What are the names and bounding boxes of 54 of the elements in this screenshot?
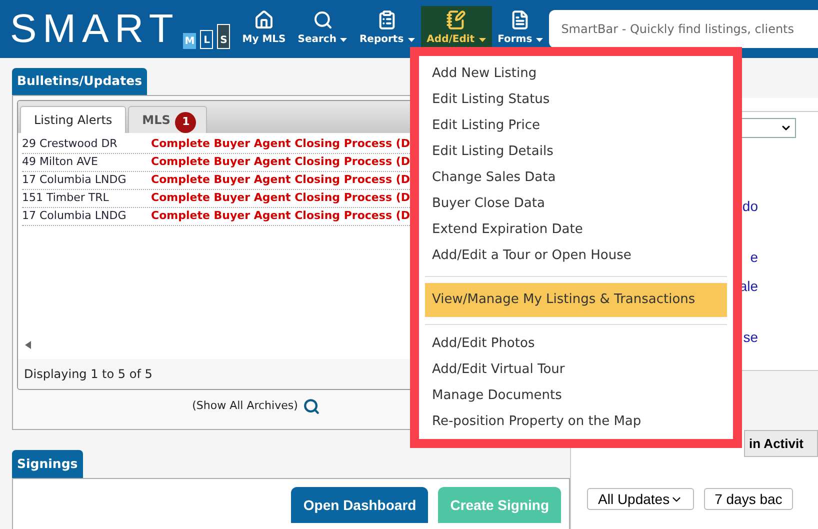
section-title: Signings [12, 450, 83, 478]
menu-item[interactable]: Edit Listing Details [425, 139, 727, 165]
count-badge: 1 [175, 112, 196, 133]
address-text: 151 Timber TRL [22, 190, 110, 206]
address-text: 29 Crestwood DR [22, 136, 118, 152]
menu-item[interactable]: Add/Edit a Tour or Open House [425, 243, 727, 269]
filter-dropdown[interactable]: 7 days bac [704, 488, 794, 510]
archives-link[interactable]: (Show All Archives) [192, 398, 298, 415]
menu-item[interactable]: Add/Edit Virtual Tour [425, 357, 727, 383]
menu-item[interactable]: View/Manage My Listings & Transactions [425, 283, 727, 317]
nav-icon [312, 10, 333, 30]
nav-icon [510, 10, 530, 30]
nav-icon [377, 10, 398, 30]
address-text: 49 Milton AVE [22, 154, 99, 170]
nav-icon [254, 10, 274, 30]
nav-item[interactable]: Forms [492, 6, 550, 48]
action-button[interactable]: Open Dashboard [291, 487, 428, 523]
nav-item[interactable]: My MLS [236, 6, 292, 48]
menu-item[interactable]: Edit Listing Status [425, 87, 727, 113]
tab[interactable]: Listing Alerts [20, 106, 126, 133]
address-text: 17 Columbia LNDG [22, 208, 128, 224]
menu-item[interactable]: Add New Listing [425, 61, 727, 87]
alert-link[interactable]: Complete Buyer Agent Closing Process (D [151, 208, 410, 225]
status-text: Displaying 1 to 5 of 5 [24, 366, 152, 383]
menu-item[interactable]: Edit Listing Price [425, 113, 727, 139]
section-title: Bulletins/Updates [12, 68, 148, 95]
panel-link[interactable]: do [742, 196, 758, 217]
menu-item[interactable]: Re-position Property on the Map [425, 409, 727, 435]
scroll-left-icon[interactable] [25, 341, 31, 349]
nav-item[interactable]: Add/Edit [420, 6, 492, 48]
alert-link[interactable]: Complete Buyer Agent Closing Process (D [151, 154, 410, 171]
panel-link[interactable]: se [743, 327, 758, 348]
nav-item[interactable]: Search [292, 6, 354, 48]
nav-icon [446, 10, 466, 30]
menu-item[interactable]: Buyer Close Data [425, 191, 727, 217]
tab[interactable]: MLS 1 [128, 106, 208, 133]
alert-link[interactable]: Complete Buyer Agent Closing Process (D [151, 190, 410, 207]
logo-badge: S [217, 24, 230, 48]
menu-item[interactable]: Add/Edit Photos [425, 331, 727, 357]
filter-dropdown[interactable]: All Updates [587, 488, 694, 510]
logo-badge: M [183, 32, 196, 48]
address-text: 17 Columbia LNDG [22, 172, 128, 188]
panel-link[interactable]: e [750, 247, 758, 268]
search-icon[interactable] [302, 398, 320, 415]
menu-item[interactable]: Extend Expiration Date [425, 217, 727, 243]
nav-item[interactable]: Reports [353, 6, 421, 48]
alert-link[interactable]: Complete Buyer Agent Closing Process (D [151, 172, 410, 189]
logo-text: SMART [10, 9, 180, 49]
logo-badge: L [200, 30, 214, 48]
menu-item[interactable]: Manage Documents [425, 383, 727, 409]
alert-link[interactable]: Complete Buyer Agent Closing Process (D [151, 136, 410, 153]
panel-tab[interactable]: in Activit [744, 430, 818, 457]
search-field[interactable]: SmartBar - Quickly find listings, clients [549, 10, 818, 48]
menu-item[interactable]: Change Sales Data [425, 165, 727, 191]
